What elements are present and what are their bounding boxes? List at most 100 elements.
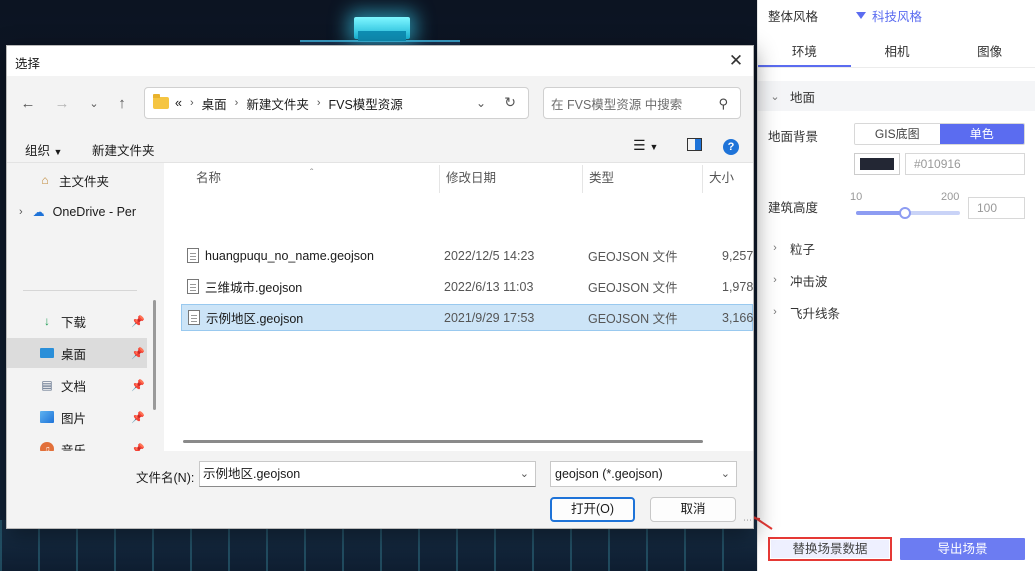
section-ground[interactable]: ⌄ 地面 <box>758 81 1035 111</box>
file-name: 三维城市.geojson <box>205 281 303 295</box>
section-particles[interactable]: › 粒子 <box>758 233 1035 263</box>
resize-grip-icon[interactable]: ⋯ <box>743 515 752 526</box>
replace-scene-data-button[interactable]: 替换场景数据 <box>768 537 892 561</box>
sort-up-icon: ˆ <box>310 168 314 179</box>
breadcrumb-desktop[interactable]: 桌面 <box>202 94 227 113</box>
export-scene-button[interactable]: 导出场景 <box>900 538 1025 560</box>
pin-icon[interactable]: 📌 <box>131 411 145 424</box>
address-overflow[interactable]: « <box>175 96 182 110</box>
dialog-titlebar: 选择 ✕ <box>7 46 753 76</box>
breadcrumb-chevron-icon: › <box>189 97 194 109</box>
nav-documents-label: 文档 <box>61 379 87 394</box>
tab-camera[interactable]: 相机 <box>851 36 944 67</box>
cancel-button[interactable]: 取消 <box>650 497 736 522</box>
address-bar[interactable]: « › 桌面 › 新建文件夹 › FVS模型资源 ⌄ ↻ <box>144 87 529 119</box>
section-flylines[interactable]: › 飞升线条 <box>758 297 1035 327</box>
nav-scrollbar[interactable] <box>153 300 156 410</box>
column-header-type[interactable]: 类型 <box>589 163 614 193</box>
section-ground-label: 地面 <box>790 90 816 105</box>
nav-item-home[interactable]: ⌂ 主文件夹 <box>7 165 147 195</box>
expand-chevron-icon[interactable]: › <box>19 206 23 218</box>
nav-item-music[interactable]: ♫ 音乐 📌 <box>7 434 147 451</box>
column-name-label: 名称 <box>196 171 222 185</box>
column-header-modified[interactable]: 修改日期 <box>446 163 496 193</box>
file-row[interactable]: huangpuqu_no_name.geojson 2022/12/5 14:2… <box>181 242 753 269</box>
nav-pictures-label: 图片 <box>61 411 87 426</box>
file-size: 3,166 <box>722 310 753 325</box>
back-arrow-icon[interactable]: ← <box>17 92 39 114</box>
panel-tabs: 环境 相机 图像 <box>758 36 1035 68</box>
nav-item-onedrive[interactable]: › ☁ OneDrive - Per <box>7 197 147 227</box>
forward-arrow-icon[interactable]: → <box>51 92 73 114</box>
breadcrumb-fvs-models[interactable]: FVS模型资源 <box>329 94 403 113</box>
style-value: 科技风格 <box>872 10 923 24</box>
filetype-select[interactable]: geojson (*.geojson) ⌄ <box>550 461 737 487</box>
file-name: huangpuqu_no_name.geojson <box>205 248 374 263</box>
chevron-right-icon: › <box>773 274 777 286</box>
help-icon[interactable]: ? <box>723 139 739 155</box>
nav-home-label: 主文件夹 <box>59 174 110 189</box>
section-flylines-label: 飞升线条 <box>790 306 841 321</box>
replace-scene-data-label: 替换场景数据 <box>771 540 889 558</box>
caret-down-icon <box>856 12 866 19</box>
file-name: 示例地区.geojson <box>206 312 304 326</box>
ground-color-swatch[interactable] <box>854 153 900 175</box>
column-divider[interactable] <box>702 165 703 193</box>
column-divider[interactable] <box>582 165 583 193</box>
file-row-selected[interactable]: 示例地区.geojson 2021/9/29 17:53 GEOJSON 文件 … <box>181 304 753 331</box>
nav-item-downloads[interactable]: ↓ 下载 📌 <box>7 306 147 336</box>
tab-image[interactable]: 图像 <box>943 36 1035 67</box>
nav-item-documents[interactable]: ▤ 文档 📌 <box>7 370 147 400</box>
ground-bg-gis-option[interactable]: GIS底图 <box>855 124 940 144</box>
search-input[interactable]: 在 FVS模型资源 中搜索 ⚲ <box>543 87 741 119</box>
filename-input[interactable]: 示例地区.geojson ⌄ <box>199 461 536 487</box>
chevron-down-icon: ⌄ <box>720 468 730 480</box>
ground-color-hex-input[interactable]: #010916 <box>905 153 1025 175</box>
building-height-slider[interactable] <box>856 207 960 219</box>
pin-icon[interactable]: 📌 <box>131 347 145 360</box>
building-height-input[interactable]: 100 <box>968 197 1025 219</box>
file-icon <box>187 279 199 294</box>
column-header-size[interactable]: 大小 <box>709 163 734 193</box>
file-type: GEOJSON 文件 <box>588 312 678 326</box>
pin-icon[interactable]: 📌 <box>131 315 145 328</box>
slider-handle[interactable] <box>899 207 912 219</box>
close-icon[interactable]: ✕ <box>723 48 749 74</box>
file-modified: 2022/12/5 14:23 <box>444 248 535 263</box>
file-type: GEOJSON 文件 <box>588 250 678 264</box>
new-folder-button[interactable]: 新建文件夹 <box>92 140 155 159</box>
nav-desktop-label: 桌面 <box>61 347 87 362</box>
file-type: GEOJSON 文件 <box>588 281 678 295</box>
file-list-scrollbar[interactable] <box>183 440 703 443</box>
organize-label: 组织 <box>25 144 51 158</box>
breadcrumb-chevron-icon: › <box>316 97 321 109</box>
music-icon: ♫ <box>39 441 55 451</box>
section-shockwave-label: 冲击波 <box>790 274 828 289</box>
chevron-down-icon[interactable]: ⌄ <box>520 462 529 486</box>
dialog-footer: 文件名(N): 示例地区.geojson ⌄ geojson (*.geojso… <box>7 451 753 528</box>
nav-item-pictures[interactable]: 图片 📌 <box>7 402 147 432</box>
open-button[interactable]: 打开(O) <box>550 497 635 522</box>
pin-icon[interactable]: 📌 <box>131 379 145 392</box>
section-shockwave[interactable]: › 冲击波 <box>758 265 1035 295</box>
file-row[interactable]: 三维城市.geojson 2022/6/13 11:03 GEOJSON 文件 … <box>181 273 753 300</box>
preview-pane-icon[interactable] <box>687 138 702 151</box>
organize-button[interactable]: 组织 ▼ <box>25 140 62 159</box>
search-icon: ⚲ <box>718 96 728 111</box>
breadcrumb-new-folder[interactable]: 新建文件夹 <box>246 94 309 113</box>
slider-min-label: 10 <box>850 191 863 203</box>
refresh-icon[interactable]: ↻ <box>504 94 516 111</box>
style-select[interactable]: 科技风格 <box>856 6 922 25</box>
recent-chevron-down-icon[interactable]: ⌄ <box>83 92 105 114</box>
column-divider[interactable] <box>439 165 440 193</box>
ground-bg-solid-option[interactable]: 单色 <box>939 124 1024 144</box>
tab-environment[interactable]: 环境 <box>758 36 851 67</box>
nav-item-desktop[interactable]: 桌面 📌 <box>7 338 147 368</box>
pin-icon[interactable]: 📌 <box>131 443 145 452</box>
style-label: 整体风格 <box>768 10 819 24</box>
address-dropdown-icon[interactable]: ⌄ <box>476 96 486 110</box>
up-arrow-icon[interactable]: ↑ <box>111 92 133 114</box>
view-menu-icon[interactable]: ☰ ▼ <box>633 137 658 154</box>
nav-downloads-label: 下载 <box>61 315 87 330</box>
column-header-name[interactable]: 名称 ˆ <box>196 163 313 193</box>
